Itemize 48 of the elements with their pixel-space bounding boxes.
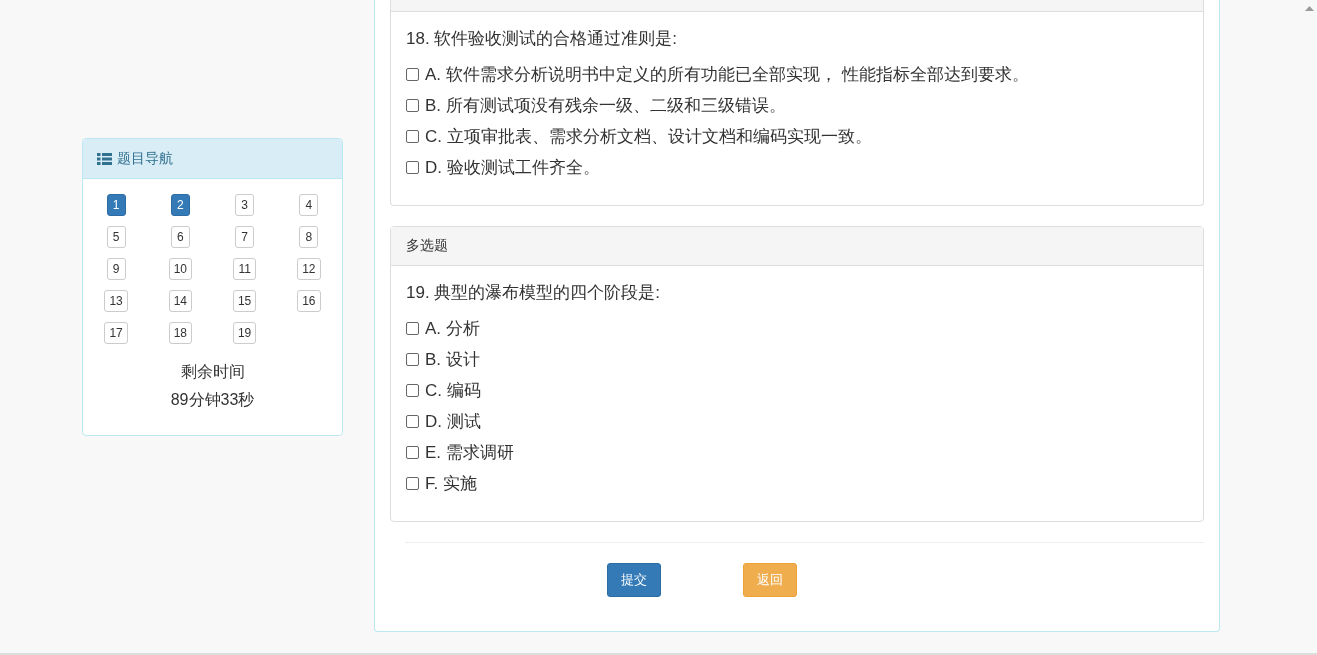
question-number-button[interactable]: 5 [106,226,126,248]
question-number-button[interactable]: 10 [168,258,193,280]
option-label[interactable]: E. 需求调研 [425,441,514,464]
option-label[interactable]: C. 编码 [425,379,481,402]
checkbox[interactable] [406,477,419,490]
question-number-button[interactable]: 12 [297,258,321,280]
option-label[interactable]: C. 立项审批表、需求分析文档、设计文档和编码实现一致。 [425,125,872,148]
question-number-button[interactable]: 15 [232,290,257,312]
question-number-button[interactable]: 9 [106,258,126,280]
option-label[interactable]: A. 软件需求分析说明书中定义的所有功能已全部实现， 性能指标全部达到要求。 [425,63,1029,86]
scroll-up-arrow-icon[interactable] [1305,6,1314,11]
question-number-button[interactable]: 3 [235,194,255,216]
panel-title: 题目导航 [117,149,173,168]
checkbox[interactable] [406,384,419,397]
checkbox[interactable] [406,322,419,335]
checkbox[interactable] [406,415,419,428]
checkbox[interactable] [406,161,419,174]
question-number-button[interactable]: 6 [170,226,190,248]
question-number-button[interactable]: 8 [299,226,319,248]
section-title: 多选题 [406,237,448,255]
question-number-button[interactable]: 2 [170,194,190,216]
question-number-button[interactable]: 16 [297,290,321,312]
question-number-button[interactable]: 18 [168,322,193,344]
option-label[interactable]: A. 分析 [425,317,480,340]
question-number-button[interactable]: 4 [299,194,319,216]
question-number-button[interactable]: 14 [168,290,193,312]
checkbox[interactable] [406,130,419,143]
question-number-button[interactable]: 7 [235,226,255,248]
checkbox[interactable] [406,99,419,112]
list-icon [97,152,112,165]
time-remaining: 89分钟33秒 [170,390,255,410]
option-label[interactable]: B. 所有测试项没有残余一级、二级和三级错误。 [425,94,786,117]
question-number-button[interactable]: 1 [106,194,126,216]
checkbox[interactable] [406,68,419,81]
question-number-button[interactable]: 17 [104,322,128,344]
question-text: 18. 软件验收测试的合格通过准则是: [406,28,679,50]
option-label[interactable]: D. 测试 [425,410,481,433]
checkbox[interactable] [406,446,419,459]
option-label[interactable]: F. 实施 [425,472,477,495]
option-label[interactable]: D. 验收测试工件齐全。 [425,156,600,179]
question-text: 19. 典型的瀑布模型的四个阶段是: [406,282,662,304]
question-number-button[interactable]: 13 [104,290,128,312]
submit-button[interactable]: 提交 [607,563,661,597]
question-number-button[interactable]: 19 [232,322,257,344]
time-label: 剩余时间 [180,362,245,382]
question-number-button[interactable]: 11 [233,258,256,280]
checkbox[interactable] [406,353,419,366]
option-label[interactable]: B. 设计 [425,348,480,371]
